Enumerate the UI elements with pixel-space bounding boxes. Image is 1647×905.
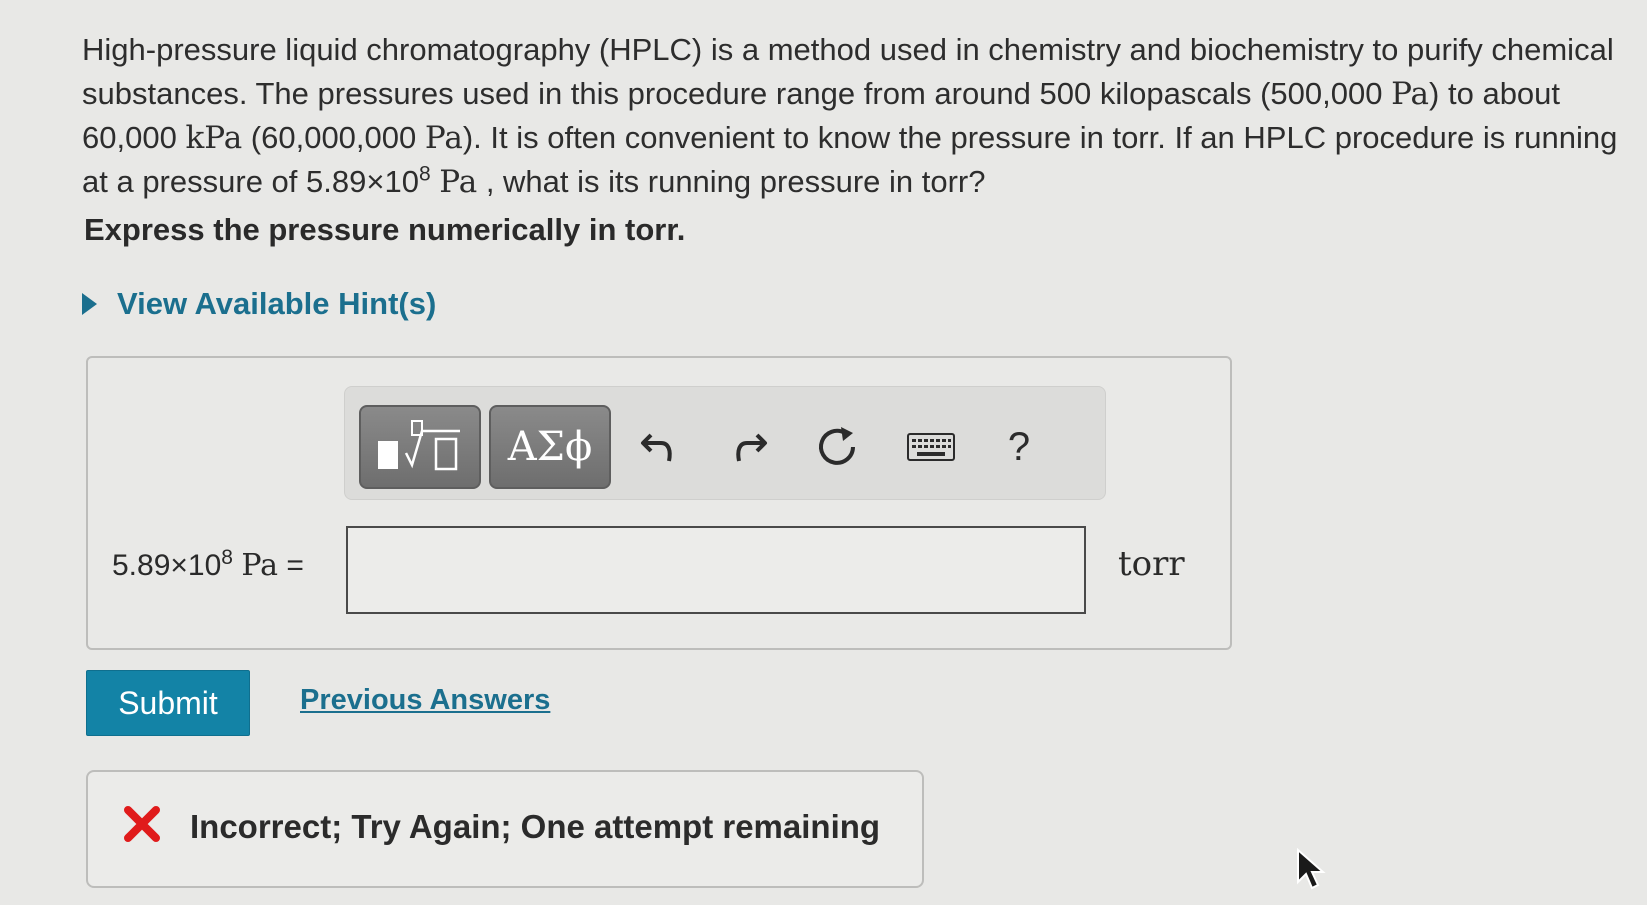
question-text: High-pressure liquid chromatography (HPL… [82,28,1642,204]
help-icon: ? [1007,424,1031,469]
incorrect-x-icon [124,806,160,842]
keyboard-button[interactable] [901,417,961,477]
greek-letters-button[interactable]: ΑΣϕ [489,405,611,489]
answer-input[interactable] [346,526,1086,614]
question-part-5: , what is its running pressure in torr? [477,164,986,199]
lhs-exponent: 8 [221,546,233,569]
templates-button[interactable] [359,405,481,489]
question-part-1: High-pressure liquid chromatography (HPL… [82,32,1614,111]
exponent: 8 [418,162,431,186]
submit-button[interactable]: Submit [86,670,250,736]
redo-icon [736,433,767,462]
answer-unit: torr [1118,544,1185,584]
hints-label: View Available Hint(s) [117,286,437,321]
lhs-mantissa: 5.89×10 [112,549,222,582]
feedback-box: Incorrect; Try Again; One attempt remain… [86,770,924,888]
answer-prompt: Express the pressure numerically in torr… [84,212,686,247]
reset-icon [819,427,855,465]
templates-icon [378,420,460,471]
unit-pa: Pa [1391,76,1430,112]
redo-button[interactable] [719,417,779,477]
unit-kpa: kPa [185,120,243,156]
undo-button[interactable] [629,417,689,477]
unit-pa: Pa [424,120,463,156]
greek-letters-icon: ΑΣϕ [507,424,593,470]
feedback-message: Incorrect; Try Again; One attempt remain… [190,808,881,845]
equation-label: 5.89×108 Pa = [112,546,304,583]
reset-button[interactable] [807,417,867,477]
view-hints-toggle[interactable]: View Available Hint(s) [82,286,436,322]
keyboard-icon [907,433,955,461]
math-toolbar: ΑΣϕ ? [344,386,1106,500]
answer-panel: ΑΣϕ ? 5.89×108 Pa = torr [86,356,1232,650]
expand-triangle-icon [82,293,97,315]
undo-icon [641,433,672,462]
unit-pa: Pa [439,164,478,200]
question-part-3: (60,000,000 [242,120,425,155]
lhs-unit: Pa [241,548,279,583]
previous-answers-link[interactable]: Previous Answers [300,684,550,717]
equals-sign: = [286,549,304,582]
help-button[interactable]: ? [989,417,1049,477]
mouse-pointer-icon [1297,848,1326,890]
